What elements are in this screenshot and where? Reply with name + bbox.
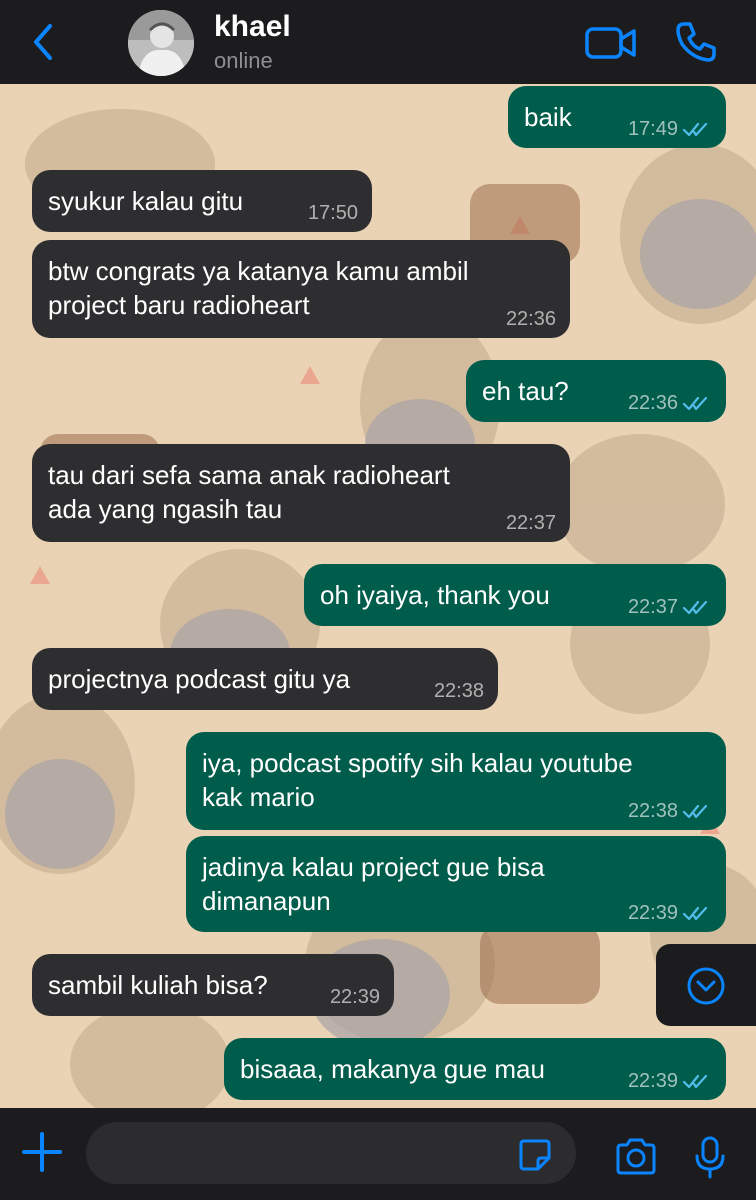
message-meta: 22:37 <box>506 512 556 534</box>
sticker-icon <box>519 1139 551 1171</box>
sticker-button[interactable] <box>518 1138 552 1172</box>
avatar[interactable] <box>128 10 194 76</box>
video-call-icon <box>585 27 636 59</box>
message-input[interactable] <box>86 1122 576 1184</box>
message-bubble-outgoing[interactable]: iya, podcast spotify sih kalau youtube k… <box>186 732 726 830</box>
message-bubble-outgoing[interactable]: baik 17:49 <box>508 86 726 148</box>
message-bubble-incoming[interactable]: btw congrats ya katanya kamu ambil proje… <box>32 240 570 338</box>
message-bubble-outgoing[interactable]: eh tau? 22:36 <box>466 360 726 422</box>
read-receipt-icon <box>682 600 708 615</box>
message-time: 22:39 <box>627 902 678 924</box>
read-receipt-icon <box>682 906 708 921</box>
avatar-image <box>128 10 194 76</box>
read-receipt-icon <box>682 1074 708 1089</box>
message-time: 22:39 <box>329 986 380 1008</box>
chevron-left-icon <box>34 24 52 60</box>
message-time: 22:36 <box>627 392 678 414</box>
message-meta: 22:36 <box>628 392 712 414</box>
camera-button[interactable] <box>614 1138 658 1176</box>
message-time: 22:39 <box>627 1070 678 1092</box>
message-bubble-incoming[interactable]: projectnya podcast gitu ya 22:38 <box>32 648 498 710</box>
read-receipt-icon <box>682 804 708 819</box>
message-time: 22:38 <box>433 680 484 702</box>
microphone-icon <box>695 1136 725 1179</box>
chat-header: khael online <box>0 0 756 84</box>
contact-status: online <box>214 48 273 73</box>
attach-button[interactable] <box>20 1130 64 1174</box>
microphone-button[interactable] <box>692 1136 728 1180</box>
read-receipt-icon <box>682 396 708 411</box>
chevron-down-circle-icon <box>687 967 725 1005</box>
message-meta: 22:37 <box>628 596 712 618</box>
message-bubble-incoming[interactable]: sambil kuliah bisa? 22:39 <box>32 954 394 1016</box>
read-receipt-icon <box>682 122 708 137</box>
message-text: sambil kuliah bisa? <box>48 970 268 1000</box>
message-bubble-incoming[interactable]: tau dari sefa sama anak radioheart ada y… <box>32 444 570 542</box>
video-call-button[interactable] <box>584 22 638 64</box>
message-meta: 22:39 <box>628 902 712 924</box>
message-meta: 22:38 <box>628 800 712 822</box>
scroll-to-bottom-button[interactable] <box>656 944 756 1026</box>
message-bubble-outgoing[interactable]: jadinya kalau project gue bisa dimanapun… <box>186 836 726 932</box>
message-meta: 22:39 <box>330 986 380 1008</box>
message-time: 17:49 <box>627 118 678 140</box>
plus-icon <box>22 1132 62 1172</box>
message-time: 22:38 <box>627 800 678 822</box>
voice-call-button[interactable] <box>672 18 720 66</box>
message-meta: 22:36 <box>506 308 556 330</box>
message-time: 22:36 <box>505 308 556 330</box>
message-meta: 22:39 <box>628 1070 712 1092</box>
contact-name[interactable]: khael <box>214 10 291 44</box>
message-meta: 17:49 <box>628 118 712 140</box>
message-text: btw congrats ya katanya kamu ambil proje… <box>48 256 469 320</box>
composer-bar <box>0 1108 756 1200</box>
message-time: 22:37 <box>505 512 556 534</box>
message-bubble-incoming[interactable]: syukur kalau gitu 17:50 <box>32 170 372 232</box>
message-bubble-outgoing[interactable]: oh iyaiya, thank you 22:37 <box>304 564 726 626</box>
message-text: projectnya podcast gitu ya <box>48 664 351 694</box>
back-button[interactable] <box>26 20 62 64</box>
message-time: 17:50 <box>307 202 358 224</box>
phone-icon <box>676 22 716 62</box>
message-meta: 17:50 <box>308 202 358 224</box>
message-bubble-outgoing[interactable]: bisaaa, makanya gue mau 22:39 <box>224 1038 726 1100</box>
message-meta: 22:38 <box>434 680 484 702</box>
message-time: 22:37 <box>627 596 678 618</box>
message-text: tau dari sefa sama anak radioheart ada y… <box>48 460 450 524</box>
camera-icon <box>616 1138 656 1175</box>
